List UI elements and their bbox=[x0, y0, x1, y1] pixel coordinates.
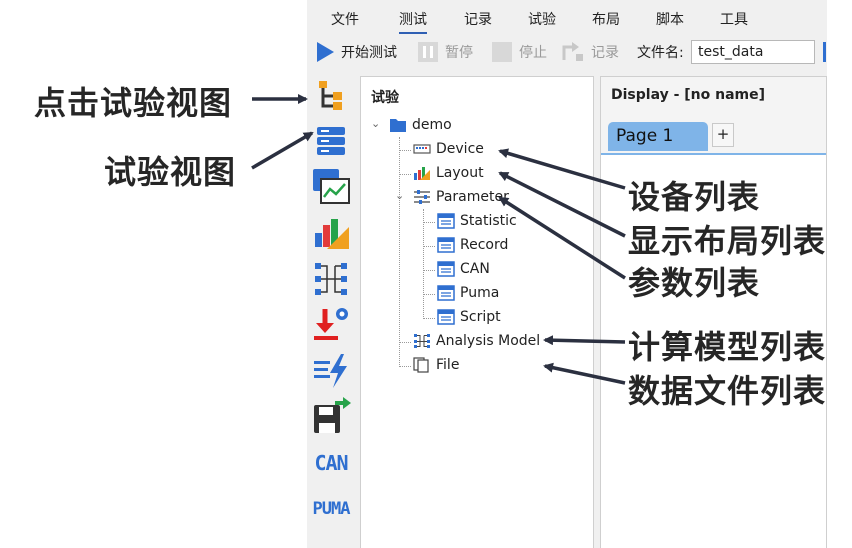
play-icon bbox=[317, 42, 334, 62]
callout-parameter-list: 参数列表 bbox=[628, 264, 761, 302]
menu-experiment[interactable]: 试验 bbox=[528, 9, 556, 29]
tree-guide-line bbox=[423, 222, 435, 223]
record-label: 记录 bbox=[591, 45, 619, 61]
experiment-view-icon[interactable] bbox=[311, 76, 351, 116]
pause-button[interactable]: 暂停 bbox=[417, 36, 473, 68]
filename-label: 文件名: bbox=[637, 45, 684, 61]
tree-node-script[interactable]: Script bbox=[437, 309, 501, 325]
tree-node-record[interactable]: Record bbox=[437, 237, 508, 253]
database-icon[interactable] bbox=[311, 121, 351, 161]
tree-guide-line bbox=[423, 246, 435, 247]
tree-node-label: Layout bbox=[436, 165, 484, 181]
tree-node-label: Parameter bbox=[436, 189, 509, 205]
tree-node-label: Script bbox=[460, 309, 501, 325]
chevron-down-icon[interactable]: ⌄ bbox=[395, 189, 404, 202]
menu-script[interactable]: 脚本 bbox=[656, 9, 684, 29]
table-icon bbox=[437, 285, 455, 301]
callout-device-list: 设备列表 bbox=[628, 178, 761, 216]
tree-node-puma[interactable]: Puma bbox=[437, 285, 499, 301]
save-export-icon[interactable] bbox=[311, 397, 351, 437]
record-button[interactable]: 记录 bbox=[561, 36, 619, 68]
tree-node-statistic[interactable]: Statistic bbox=[437, 213, 517, 229]
sliders-icon bbox=[414, 190, 430, 204]
script-run-icon[interactable] bbox=[311, 351, 351, 391]
tree-guide-line bbox=[399, 150, 411, 151]
toolbar-overflow-icon[interactable] bbox=[823, 42, 826, 62]
analysis-model-icon bbox=[414, 334, 430, 348]
start-test-label: 开始测试 bbox=[341, 45, 397, 61]
tab-strip: Page 1 + bbox=[601, 113, 826, 155]
menu-bar: 文件 测试 记录 试验 布局 脚本 工具 bbox=[307, 0, 827, 34]
tree-node-device[interactable]: Device bbox=[413, 141, 484, 157]
tree-node-label: Statistic bbox=[460, 213, 517, 229]
layout-chart-icon bbox=[414, 167, 430, 180]
record-icon bbox=[562, 42, 583, 61]
table-icon bbox=[437, 213, 455, 229]
table-icon bbox=[437, 237, 455, 253]
callout-layout-list: 显示布局列表 bbox=[628, 222, 827, 260]
pause-label: 暂停 bbox=[445, 45, 473, 61]
tree-guide-line bbox=[399, 366, 411, 367]
table-icon bbox=[437, 261, 455, 277]
can-icon[interactable]: CAN bbox=[311, 443, 351, 483]
layout-chart-icon[interactable] bbox=[311, 213, 351, 253]
tree-node-analysis-model[interactable]: Analysis Model bbox=[413, 333, 540, 349]
tree-node-label: demo bbox=[412, 117, 452, 133]
tree-node-file[interactable]: File bbox=[413, 357, 459, 373]
callout-experiment-view: 试验视图 bbox=[104, 153, 237, 191]
stop-label: 停止 bbox=[519, 45, 547, 61]
tree-node-can[interactable]: CAN bbox=[437, 261, 490, 277]
tree-node-label: Analysis Model bbox=[436, 333, 541, 349]
stop-icon bbox=[492, 42, 512, 62]
tree-node-layout[interactable]: Layout bbox=[413, 165, 484, 181]
tab-page-1[interactable]: Page 1 bbox=[608, 122, 708, 151]
start-test-button[interactable]: 开始测试 bbox=[315, 36, 397, 68]
filename-input[interactable] bbox=[691, 40, 815, 64]
menu-tools[interactable]: 工具 bbox=[720, 9, 748, 29]
experiment-tree-panel: 试验 ⌄ demo Device Layout ⌄ Parameter Stat… bbox=[360, 76, 594, 548]
display-title: Display - [no name] bbox=[611, 87, 766, 103]
menu-test[interactable]: 测试 bbox=[399, 9, 427, 34]
tree-node-label: Device bbox=[436, 141, 484, 157]
display-panel: Display - [no name] Page 1 + bbox=[600, 76, 827, 548]
tree-guide-line bbox=[399, 342, 411, 343]
tree-node-label: Record bbox=[460, 237, 509, 253]
tree-guide-line bbox=[423, 318, 435, 319]
callout-click-experiment-view: 点击试验视图 bbox=[34, 84, 233, 122]
chart-window-icon[interactable] bbox=[311, 167, 351, 207]
tree-node-parameter[interactable]: Parameter bbox=[413, 189, 509, 205]
tree-panel-title: 试验 bbox=[371, 90, 399, 106]
chevron-down-icon[interactable]: ⌄ bbox=[371, 117, 380, 130]
tree-node-root[interactable]: demo bbox=[389, 117, 452, 133]
tree-guide-line bbox=[399, 174, 411, 175]
tree-guide-line bbox=[423, 209, 424, 319]
folder-icon bbox=[390, 119, 406, 132]
tree-node-label: File bbox=[436, 357, 460, 373]
callout-file-list: 数据文件列表 bbox=[628, 372, 827, 410]
device-icon bbox=[413, 144, 431, 154]
tree-guide-line bbox=[423, 270, 435, 271]
download-settings-icon[interactable] bbox=[311, 305, 351, 345]
tree-guide-line bbox=[399, 137, 400, 367]
toolbar: 开始测试 暂停 停止 记录 文件名: bbox=[307, 36, 827, 68]
icon-sidebar: CAN PUMA bbox=[307, 72, 357, 548]
display-header: Display - [no name] bbox=[601, 77, 826, 114]
add-tab-button[interactable]: + bbox=[712, 123, 734, 147]
table-icon bbox=[437, 309, 455, 325]
menu-layout[interactable]: 布局 bbox=[592, 9, 620, 29]
tree-guide-line bbox=[423, 294, 435, 295]
menu-file[interactable]: 文件 bbox=[331, 9, 359, 29]
analysis-model-icon[interactable] bbox=[311, 259, 351, 299]
pause-icon bbox=[418, 42, 438, 62]
stop-button[interactable]: 停止 bbox=[491, 36, 547, 68]
tree-node-label: Puma bbox=[460, 285, 500, 301]
file-copy-icon bbox=[413, 357, 429, 373]
callout-model-list: 计算模型列表 bbox=[628, 328, 827, 366]
menu-record[interactable]: 记录 bbox=[464, 9, 492, 29]
tree-node-label: CAN bbox=[460, 261, 490, 277]
puma-icon[interactable]: PUMA bbox=[311, 489, 351, 529]
